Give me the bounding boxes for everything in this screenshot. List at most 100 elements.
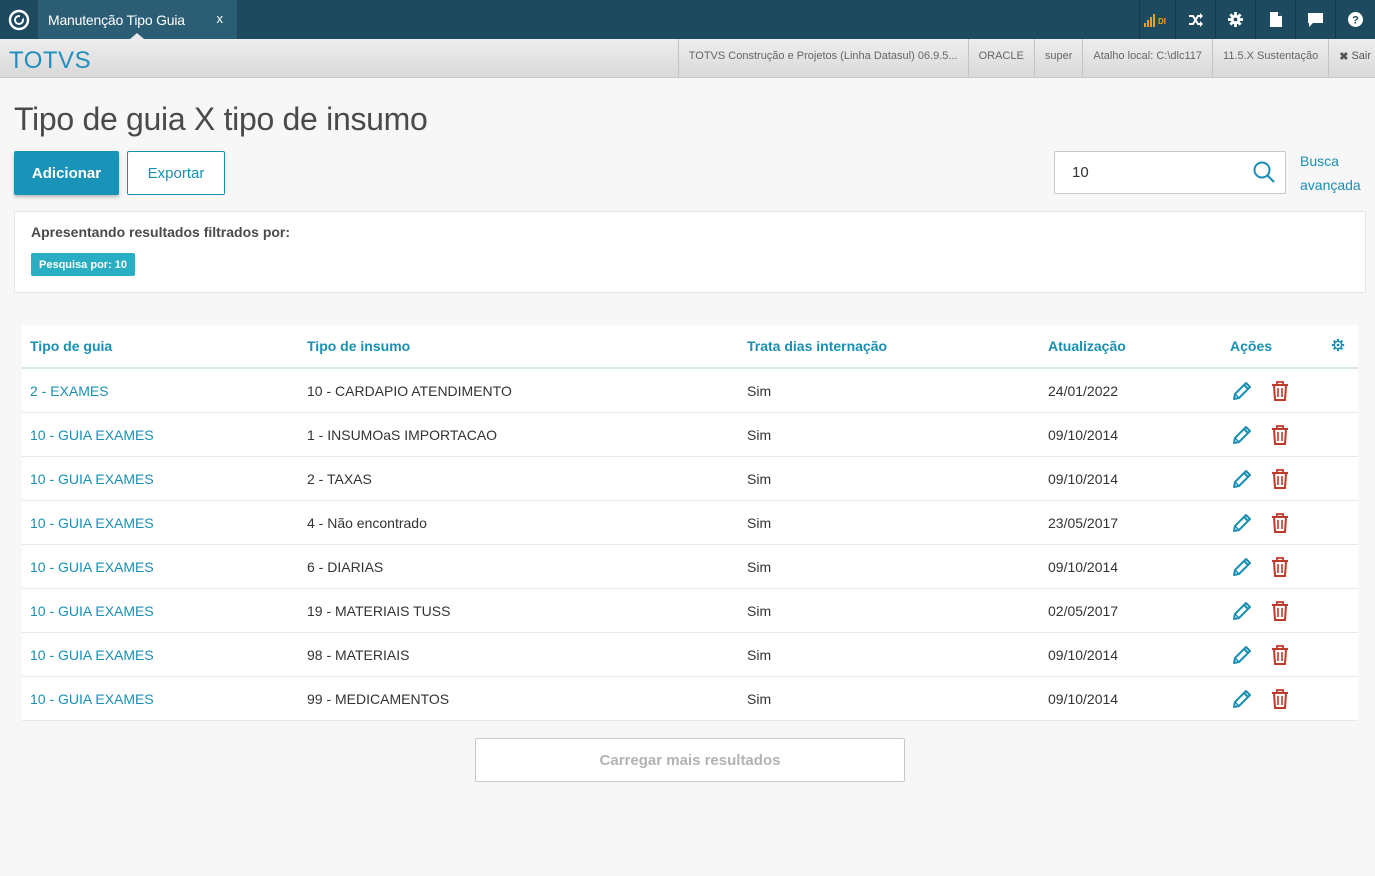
cell-trata-dias: Sim [747, 471, 772, 487]
top-bar: Manutenção Tipo Guia x DI ? [0, 0, 1375, 39]
table-row[interactable]: 10 - GUIA EXAMES 98 - MATERIAIS Sim 09/10/2… [22, 633, 1358, 677]
edit-icon[interactable] [1231, 556, 1253, 581]
advanced-search-line2: avançada [1300, 177, 1361, 193]
top-icons: DI ? [1139, 0, 1375, 39]
table-row[interactable]: 10 - GUIA EXAMES 99 - MEDICAMENTOS Sim 09/1… [22, 677, 1358, 721]
header-tipo-de-guia[interactable]: Tipo de guia [30, 338, 112, 354]
cell-trata-dias: Sim [747, 691, 772, 707]
cell-atualizacao: 02/05/2017 [1048, 603, 1119, 619]
info-version: 11.5.X Sustentação [1212, 39, 1328, 77]
edit-icon[interactable] [1231, 380, 1253, 405]
brand-logo: TOTVS [9, 47, 92, 74]
filter-description: Apresentando resultados filtrados por: [31, 224, 291, 240]
cell-trata-dias: Sim [747, 427, 772, 443]
trash-icon[interactable] [1270, 468, 1290, 493]
cell-tipo-de-insumo: 99 - MEDICAMENTOS [307, 691, 450, 707]
tab-close-button[interactable]: x [217, 11, 224, 26]
app-logo-icon[interactable] [0, 0, 37, 39]
cell-tipo-de-guia[interactable]: 10 - GUIA EXAMES [30, 559, 154, 575]
table-row[interactable]: 10 - GUIA EXAMES 4 - Não encontrado Sim 23/… [22, 501, 1358, 545]
cell-tipo-de-insumo: 1 - INSUMOaS IMPORTACAO [307, 427, 498, 443]
info-database: ORACLE [967, 39, 1034, 77]
cell-tipo-de-guia[interactable]: 10 - GUIA EXAMES [30, 603, 154, 619]
edit-icon[interactable] [1231, 512, 1253, 537]
cell-tipo-de-guia[interactable]: 10 - GUIA EXAMES [30, 515, 154, 531]
header-bar: TOTVS TOTVS Construção e Projetos (Linha… [0, 39, 1375, 78]
table-body: 2 - EXAMES 10 - CARDAPIO ATENDIMENTO Sim 24… [22, 369, 1358, 721]
edit-icon[interactable] [1231, 688, 1253, 713]
signal-icon[interactable]: DI [1139, 0, 1175, 39]
chat-icon[interactable] [1295, 0, 1335, 39]
trash-icon[interactable] [1270, 380, 1290, 405]
cell-atualizacao: 09/10/2014 [1048, 691, 1119, 707]
help-icon[interactable]: ? [1335, 0, 1375, 39]
document-icon[interactable] [1255, 0, 1295, 39]
search-box [1054, 151, 1286, 194]
close-icon: ✖ [1339, 51, 1349, 63]
search-input[interactable] [1055, 152, 1245, 193]
cell-tipo-de-guia[interactable]: 10 - GUIA EXAMES [30, 427, 154, 443]
info-user: super [1033, 39, 1083, 77]
cell-trata-dias: Sim [747, 603, 772, 619]
results-table: Tipo de guia Tipo de insumo Trata dias i… [22, 325, 1358, 721]
session-info: TOTVS Construção e Projetos (Linha Datas… [677, 39, 1375, 77]
header-tipo-de-insumo[interactable]: Tipo de insumo [307, 338, 410, 354]
cell-tipo-de-insumo: 6 - DIARIAS [307, 559, 384, 575]
trash-icon[interactable] [1270, 556, 1290, 581]
cell-tipo-de-guia[interactable]: 10 - GUIA EXAMES [30, 647, 154, 663]
trash-icon[interactable] [1270, 688, 1290, 713]
cell-trata-dias: Sim [747, 383, 772, 399]
cell-tipo-de-insumo: 98 - MATERIAIS [307, 647, 410, 663]
header-acoes: Ações [1230, 338, 1273, 354]
advanced-search-line1: Busca [1300, 153, 1339, 169]
add-button[interactable]: Adicionar [14, 151, 119, 195]
export-button[interactable]: Exportar [127, 151, 225, 195]
cell-atualizacao: 09/10/2014 [1048, 559, 1119, 575]
table-row[interactable]: 10 - GUIA EXAMES 19 - MATERIAIS TUSS Sim 02… [22, 589, 1358, 633]
edit-icon[interactable] [1231, 600, 1253, 625]
cell-atualizacao: 09/10/2014 [1048, 427, 1119, 443]
table-row[interactable]: 10 - GUIA EXAMES 2 - TAXAS Sim 09/10/2014 [22, 457, 1358, 501]
load-more-button[interactable]: Carregar mais resultados [475, 738, 905, 782]
cell-trata-dias: Sim [747, 515, 772, 531]
header-trata-dias[interactable]: Trata dias internação [747, 338, 887, 354]
tab-label: Manutenção Tipo Guia [48, 11, 185, 28]
info-product: TOTVS Construção e Projetos (Linha Datas… [677, 39, 968, 77]
filter-panel: Apresentando resultados filtrados por: P… [14, 211, 1366, 293]
trash-icon[interactable] [1270, 644, 1290, 669]
edit-icon[interactable] [1231, 424, 1253, 449]
cell-tipo-de-insumo: 19 - MATERIAIS TUSS [307, 603, 451, 619]
trash-icon[interactable] [1270, 424, 1290, 449]
cell-tipo-de-guia[interactable]: 10 - GUIA EXAMES [30, 691, 154, 707]
signal-label: DI [1158, 17, 1166, 26]
table-row[interactable]: 10 - GUIA EXAMES 1 - INSUMOaS IMPORTACAO S… [22, 413, 1358, 457]
table-row[interactable]: 2 - EXAMES 10 - CARDAPIO ATENDIMENTO Sim 24… [22, 369, 1358, 413]
trash-icon[interactable] [1270, 600, 1290, 625]
trash-icon[interactable] [1270, 512, 1290, 537]
advanced-search-link[interactable]: Busca avançada [1300, 149, 1370, 197]
table-header: Tipo de guia Tipo de insumo Trata dias i… [22, 325, 1358, 369]
shuffle-icon[interactable] [1175, 0, 1215, 39]
cell-atualizacao: 24/01/2022 [1048, 383, 1119, 399]
exit-label: Sair [1351, 50, 1371, 62]
cell-atualizacao: 23/05/2017 [1048, 515, 1119, 531]
table-row[interactable]: 10 - GUIA EXAMES 6 - DIARIAS Sim 09/10/2014 [22, 545, 1358, 589]
edit-icon[interactable] [1231, 468, 1253, 493]
tab-manutencao-tipo-guia[interactable]: Manutenção Tipo Guia x [38, 0, 237, 39]
exit-button[interactable]: ✖ Sair [1328, 39, 1375, 77]
edit-icon[interactable] [1231, 644, 1253, 669]
cell-tipo-de-insumo: 10 - CARDAPIO ATENDIMENTO [307, 383, 512, 399]
column-settings-icon[interactable] [1331, 338, 1345, 357]
cell-trata-dias: Sim [747, 647, 772, 663]
cell-tipo-de-guia[interactable]: 10 - GUIA EXAMES [30, 471, 154, 487]
page-title: Tipo de guia X tipo de insumo [14, 101, 428, 137]
gear-icon[interactable] [1215, 0, 1255, 39]
cell-tipo-de-insumo: 2 - TAXAS [307, 471, 372, 487]
search-icon[interactable] [1253, 161, 1275, 188]
cell-tipo-de-guia[interactable]: 2 - EXAMES [30, 383, 109, 399]
cell-atualizacao: 09/10/2014 [1048, 471, 1119, 487]
filter-tag[interactable]: Pesquisa por: 10 [31, 253, 136, 276]
info-shortcut: Atalho local: C:\dlc117 [1082, 39, 1212, 77]
header-atualizacao[interactable]: Atualização [1048, 338, 1126, 354]
cell-tipo-de-insumo: 4 - Não encontrado [307, 515, 427, 531]
